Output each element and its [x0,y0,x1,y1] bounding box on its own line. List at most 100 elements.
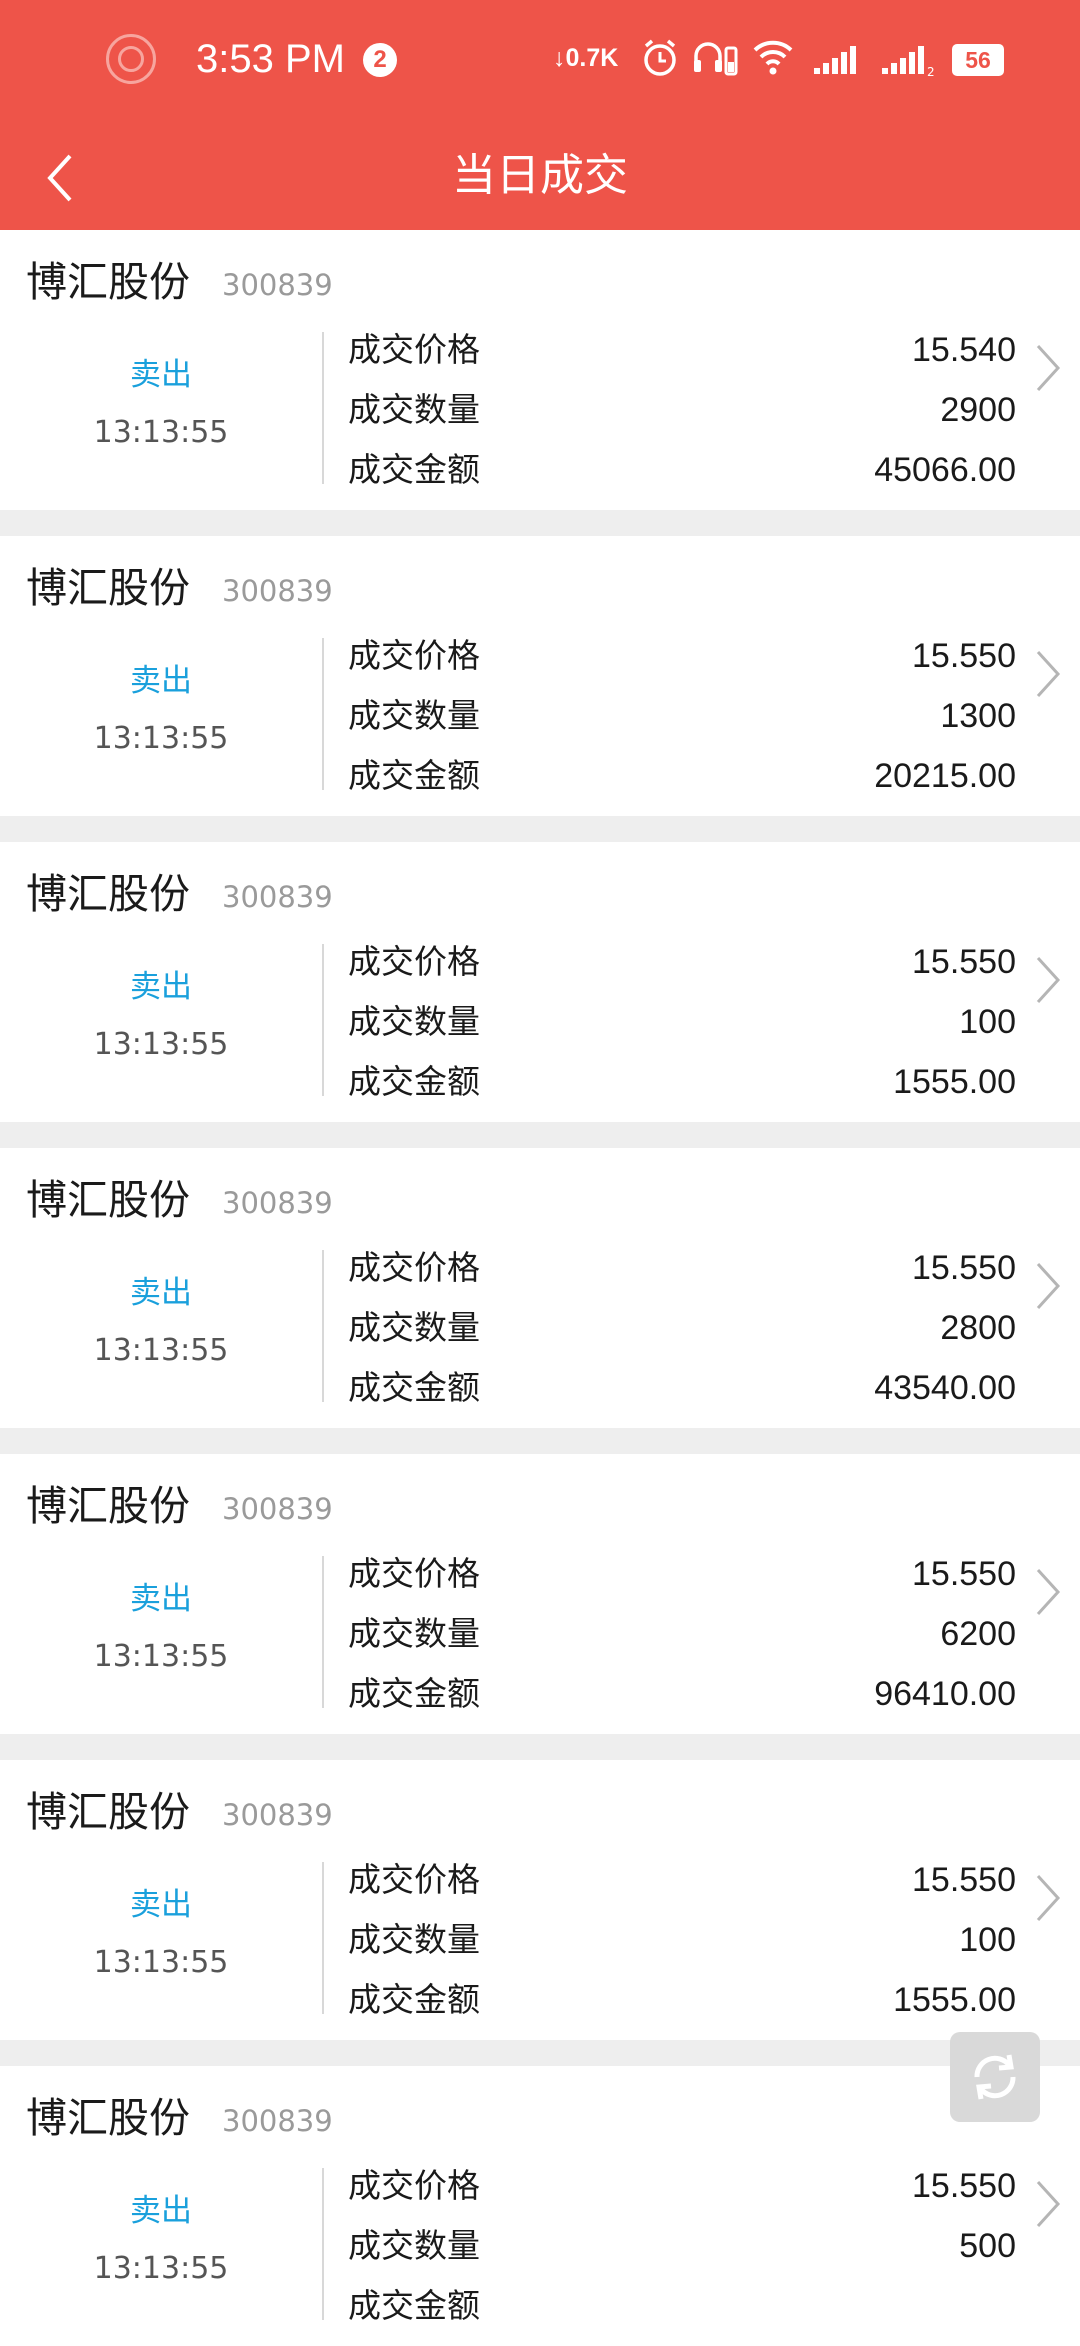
chevron-right-icon[interactable] [1030,646,1066,702]
trade-side: 卖出 [130,969,192,1005]
price-row: 成交价格 15.550 [348,631,1016,681]
qty-label: 成交数量 [348,696,480,735]
price-value: 15.550 [912,1555,1016,1593]
qty-row: 成交数量 100 [348,1915,1016,1965]
stock-name: 博汇股份 [26,258,190,306]
notification-count-badge: 2 [363,43,397,77]
card-divider [322,1250,324,1402]
stock-code: 300839 [222,1492,333,1526]
qty-value: 100 [959,1921,1016,1959]
price-label: 成交价格 [348,330,480,369]
trade-card[interactable]: 博汇股份 300839 卖出 13:13:55 成交价格 15.550 成交数量 6200 成交… [0,1454,1080,1734]
trade-side: 卖出 [130,663,192,699]
amount-row: 成交金额 1555.00 [348,1057,1016,1107]
refresh-button[interactable] [950,2032,1040,2122]
svg-text:2: 2 [927,65,935,78]
trade-time: 13:13:55 [93,1027,229,1062]
trade-card[interactable]: 博汇股份 300839 卖出 13:13:55 成交价格 15.550 成交数量 2800 成交… [0,1148,1080,1428]
amount-row: 成交金额 45066.00 [348,445,1016,495]
chevron-right-icon[interactable] [1030,2176,1066,2232]
card-divider [322,1556,324,1708]
amount-label: 成交金额 [348,2286,480,2325]
amount-label: 成交金额 [348,1980,480,2019]
card-divider [322,944,324,1096]
wifi-icon [753,40,793,75]
qty-label: 成交数量 [348,1002,480,1041]
page-title: 当日成交 [452,150,628,201]
price-row: 成交价格 15.550 [348,2161,1016,2211]
stock-name: 博汇股份 [26,2094,190,2142]
trade-card[interactable]: 博汇股份 300839 卖出 13:13:55 成交价格 15.550 成交数量 1300 成交… [0,536,1080,816]
card-divider [322,638,324,790]
chevron-right-icon[interactable] [1030,1564,1066,1620]
qty-row: 成交数量 100 [348,997,1016,1047]
qty-row: 成交数量 500 [348,2221,1016,2271]
trade-side: 卖出 [130,357,192,393]
price-row: 成交价格 15.550 [348,937,1016,987]
qty-value: 6200 [940,1615,1016,1653]
price-label: 成交价格 [348,1860,480,1899]
price-value: 15.550 [912,1249,1016,1287]
trade-card[interactable]: 博汇股份 300839 卖出 13:13:55 成交价格 15.550 成交数量 100 成交金… [0,1760,1080,2040]
signal-sim2-icon: 2 [882,46,935,78]
qty-value: 100 [959,1003,1016,1041]
network-speed-value: 0.7K [565,44,619,72]
price-label: 成交价格 [348,636,480,675]
signal-sim1-icon [814,46,856,74]
amount-value: 43540.00 [874,1369,1016,1407]
amount-value: 20215.00 [874,757,1016,795]
qty-label: 成交数量 [348,1308,480,1347]
price-row: 成交价格 15.540 [348,325,1016,375]
amount-label: 成交金额 [348,1368,480,1407]
screen-record-icon [106,34,156,84]
qty-row: 成交数量 2900 [348,385,1016,435]
chevron-right-icon[interactable] [1030,340,1066,396]
stock-code: 300839 [222,574,333,608]
amount-label: 成交金额 [348,1062,480,1101]
trade-time: 13:13:55 [93,2251,229,2286]
stock-code: 300839 [222,2104,333,2138]
amount-row: 成交金额 [348,2281,1016,2331]
trade-card[interactable]: 博汇股份 300839 卖出 13:13:55 成交价格 15.540 成交数量 2900 成交… [0,230,1080,510]
amount-value: 1555.00 [893,1063,1016,1101]
refresh-icon [974,2054,1016,2100]
trade-time: 13:13:55 [93,1945,229,1980]
stock-name: 博汇股份 [26,1176,190,1224]
chevron-right-icon[interactable] [1030,1258,1066,1314]
qty-row: 成交数量 1300 [348,691,1016,741]
qty-row: 成交数量 2800 [348,1303,1016,1353]
trade-time: 13:13:55 [93,721,229,756]
trade-side: 卖出 [130,1581,192,1617]
stock-code: 300839 [222,268,333,302]
qty-label: 成交数量 [348,390,480,429]
amount-value: 45066.00 [874,451,1016,489]
trade-card[interactable]: 博汇股份 300839 卖出 13:13:55 成交价格 15.550 成交数量 500 成交金… [0,2066,1080,2346]
price-value: 15.550 [912,2167,1016,2205]
qty-label: 成交数量 [348,2226,480,2265]
amount-row: 成交金额 20215.00 [348,751,1016,801]
price-label: 成交价格 [348,2166,480,2205]
qty-value: 2900 [940,391,1016,429]
card-divider [322,1862,324,2014]
chevron-right-icon[interactable] [1030,1870,1066,1926]
qty-row: 成交数量 6200 [348,1609,1016,1659]
amount-row: 成交金额 96410.00 [348,1669,1016,1719]
stock-name: 博汇股份 [26,564,190,612]
stock-code: 300839 [222,1186,333,1220]
stock-name: 博汇股份 [26,1482,190,1530]
price-value: 15.550 [912,943,1016,981]
trade-card[interactable]: 博汇股份 300839 卖出 13:13:55 成交价格 15.550 成交数量 100 成交金… [0,842,1080,1122]
amount-value: 96410.00 [874,1675,1016,1713]
stock-code: 300839 [222,1798,333,1832]
chevron-right-icon[interactable] [1030,952,1066,1008]
price-value: 15.540 [912,331,1016,369]
amount-row: 成交金额 43540.00 [348,1363,1016,1413]
headset-battery-icon [694,42,738,76]
amount-row: 成交金额 1555.00 [348,1975,1016,2025]
price-value: 15.550 [912,637,1016,675]
amount-value: 1555.00 [893,1981,1016,2019]
amount-label: 成交金额 [348,1674,480,1713]
trade-time: 13:13:55 [93,415,229,450]
price-label: 成交价格 [348,1554,480,1593]
qty-value: 1300 [940,697,1016,735]
